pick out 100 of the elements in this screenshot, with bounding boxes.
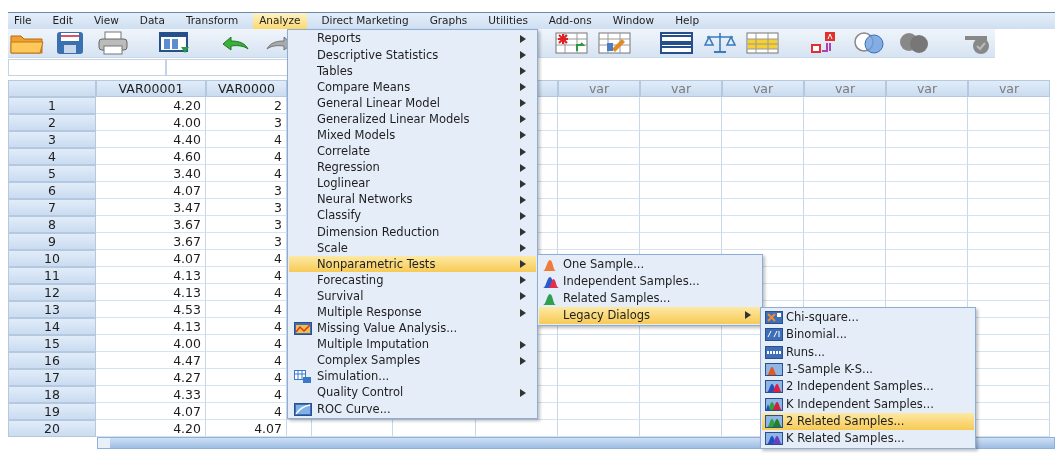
- menu-item[interactable]: Regression: [289, 159, 536, 176]
- toolbar-button[interactable]: [555, 30, 590, 56]
- row-header[interactable]: 2: [8, 114, 96, 131]
- column-header[interactable]: VAR00001: [96, 80, 206, 97]
- menu-item[interactable]: Dimension Reduction: [289, 224, 536, 241]
- menu-bar-item[interactable]: Analyze: [253, 13, 307, 29]
- menu-item[interactable]: Related Samples...: [539, 290, 761, 307]
- row-header[interactable]: 18: [8, 386, 96, 403]
- table-cell: 4.13: [96, 284, 206, 301]
- menu-item[interactable]: Multiple Imputation: [289, 336, 536, 353]
- menu-item[interactable]: 2 Independent Samples...: [762, 378, 974, 396]
- menu-bar-item[interactable]: Data: [133, 13, 171, 29]
- menu-item[interactable]: Reports: [289, 31, 536, 48]
- column-header[interactable]: VAR0000: [206, 80, 287, 97]
- print-icon: [98, 31, 129, 55]
- row-header[interactable]: 4: [8, 148, 96, 165]
- row-header[interactable]: 12: [8, 284, 96, 301]
- select-table-icon: [745, 31, 780, 55]
- menu-item[interactable]: K Independent Samples...: [762, 395, 974, 413]
- split-table-icon: [659, 31, 694, 55]
- menu-item[interactable]: Multiple Response: [289, 304, 536, 321]
- menu-item[interactable]: Chi-square...: [762, 309, 974, 327]
- menu-bar-item[interactable]: View: [87, 13, 125, 29]
- scales-icon: [702, 31, 737, 55]
- menu-item[interactable]: Simulation...: [289, 368, 536, 386]
- menu-item[interactable]: Loglinear: [289, 175, 536, 192]
- menu-item[interactable]: ROC Curve...: [289, 401, 536, 418]
- menu-item[interactable]: Independent Samples...: [539, 273, 761, 290]
- menu-item[interactable]: Descriptive Statistics: [289, 47, 536, 64]
- chart-icon: [765, 380, 783, 394]
- toolbar-button[interactable]: [598, 30, 633, 56]
- menu-item[interactable]: 1-Sample K-S...: [762, 360, 974, 379]
- toolbar-button[interactable]: [702, 30, 737, 56]
- table-cell: 3.47: [96, 199, 206, 216]
- menu-item[interactable]: Missing Value Analysis...: [289, 320, 536, 337]
- chart-icon: [765, 363, 783, 377]
- row-header[interactable]: 9: [8, 233, 96, 250]
- menu-item[interactable]: Mixed Models: [289, 127, 536, 144]
- chart-icon: [765, 328, 783, 342]
- row-header[interactable]: 20: [8, 420, 96, 437]
- menu-bar-item[interactable]: Help: [669, 13, 706, 29]
- table-cell: 4.07: [96, 403, 206, 420]
- menu-item[interactable]: One Sample...: [539, 256, 761, 273]
- table-cell: 3.40: [96, 165, 206, 182]
- cell-name-field[interactable]: [8, 59, 166, 76]
- menu-bar-item[interactable]: Utilities: [482, 13, 534, 29]
- row-header[interactable]: 10: [8, 250, 96, 267]
- menu-bar-item[interactable]: Edit: [46, 13, 79, 29]
- menu-bar-item[interactable]: Direct Marketing: [315, 13, 415, 29]
- menu-item[interactable]: Legacy Dialogs: [539, 307, 761, 324]
- menu-item[interactable]: Correlate: [289, 143, 536, 160]
- menu-bar-item[interactable]: Transform: [179, 13, 245, 29]
- menu-item[interactable]: Quality Control: [289, 385, 536, 402]
- table-cell: 4.33: [96, 386, 206, 403]
- row-header[interactable]: 17: [8, 369, 96, 386]
- menu-item[interactable]: Survival: [289, 288, 536, 305]
- chart-icon: [765, 432, 783, 446]
- menu-item[interactable]: Complex Samples: [289, 352, 536, 369]
- row-header[interactable]: 13: [8, 301, 96, 318]
- row-header[interactable]: 6: [8, 182, 96, 199]
- menu-item[interactable]: Generalized Linear Models: [289, 111, 536, 128]
- insert-column-icon: [598, 31, 633, 55]
- submenu-arrow-icon: [520, 389, 526, 397]
- row-header[interactable]: 11: [8, 267, 96, 284]
- bell-curve-icon: [543, 275, 559, 288]
- table-cell: 4.00: [96, 335, 206, 352]
- curve-icon: [294, 402, 312, 416]
- toolbar-button[interactable]: [96, 30, 131, 56]
- row-header[interactable]: 5: [8, 165, 96, 182]
- menu-item[interactable]: Classify: [289, 208, 536, 225]
- menu-bar-item[interactable]: File: [8, 13, 38, 29]
- table-cell: 4.40: [96, 131, 206, 148]
- row-header[interactable]: 19: [8, 403, 96, 420]
- table-cell: 4.00: [96, 114, 206, 131]
- menu-item[interactable]: Compare Means: [289, 79, 536, 96]
- menu-item[interactable]: General Linear Model: [289, 95, 536, 112]
- menu-item[interactable]: Nonparametric Tests: [289, 256, 536, 273]
- row-header[interactable]: 7: [8, 199, 96, 216]
- table-cell: 4.13: [96, 318, 206, 335]
- menu-item[interactable]: Tables: [289, 63, 536, 80]
- row-header[interactable]: 8: [8, 216, 96, 233]
- menu-item[interactable]: 2 Related Samples...: [762, 412, 974, 431]
- chart-icon: [765, 311, 783, 325]
- menu-item[interactable]: Scale: [289, 240, 536, 257]
- menu-bar-item[interactable]: Window: [606, 13, 661, 29]
- row-header[interactable]: 15: [8, 335, 96, 352]
- menu-item[interactable]: K Related Samples...: [762, 430, 974, 448]
- table-cell: 4.60: [96, 148, 206, 165]
- chart-icon: [765, 414, 783, 428]
- menu-item[interactable]: Runs...: [762, 343, 974, 361]
- row-header[interactable]: 16: [8, 352, 96, 369]
- toolbar-button[interactable]: [659, 30, 694, 56]
- menu-item[interactable]: Binomial...: [762, 326, 974, 344]
- row-header[interactable]: 14: [8, 318, 96, 335]
- menu-bar-item[interactable]: Add-ons: [542, 13, 598, 29]
- menu-item[interactable]: Forecasting: [289, 272, 536, 289]
- row-header[interactable]: 1: [8, 97, 96, 114]
- menu-item[interactable]: Neural Networks: [289, 191, 536, 209]
- menu-bar-item[interactable]: Graphs: [423, 13, 474, 29]
- row-header[interactable]: 3: [8, 131, 96, 148]
